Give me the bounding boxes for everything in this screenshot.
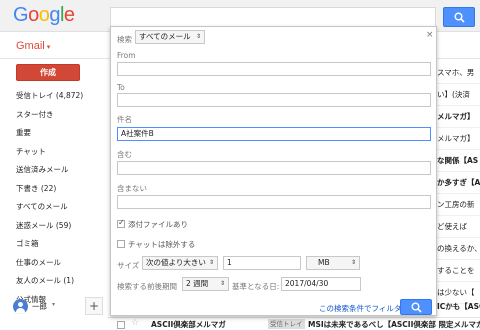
google-logo[interactable]: Google xyxy=(13,4,75,26)
from-field[interactable] xyxy=(117,62,431,76)
search-button[interactable] xyxy=(443,7,475,27)
logo-letter: o xyxy=(28,4,39,26)
list-item[interactable]: スマホ、男 xyxy=(437,62,480,84)
sidebar-item-trash[interactable]: ゴミ箱 xyxy=(0,235,108,254)
updown-arrow-icon: ⇕ xyxy=(195,33,201,40)
sidebar-item-starred[interactable]: スター付き xyxy=(0,106,108,125)
exclude-chats-checkbox[interactable] xyxy=(117,240,125,248)
includes-field[interactable] xyxy=(117,161,431,175)
sidebar-item-sent[interactable]: 送信済みメール xyxy=(0,161,108,180)
caret-down-icon: ▾ xyxy=(46,44,51,51)
gmail-label-text: Gmail xyxy=(16,40,45,52)
compose-button[interactable]: 作成 xyxy=(16,64,80,81)
subject-label: 件名 xyxy=(117,115,132,124)
scope-select[interactable]: すべてのメール ⇕ xyxy=(135,30,205,44)
email-subject: MSIは未来であるべし【ASCII倶楽部 限定メルマガ xyxy=(308,320,480,329)
to-field[interactable] xyxy=(117,93,431,107)
sidebar-item-spam[interactable]: 迷惑メール (59) xyxy=(0,217,108,236)
list-item[interactable]: ICかも【ASC xyxy=(437,296,480,318)
list-item[interactable]: することを xyxy=(437,260,480,282)
logo-letter: G xyxy=(13,4,29,26)
subject-field[interactable]: A社案件B xyxy=(117,127,431,141)
list-item[interactable]: メルマガ】 xyxy=(437,128,480,150)
search-icon xyxy=(454,12,465,23)
row-checkbox[interactable] xyxy=(117,321,125,329)
excludes-label: 含まない xyxy=(117,184,147,193)
sidebar-item-chats[interactable]: チャット xyxy=(0,143,108,162)
from-label: From xyxy=(117,51,136,60)
excludes-field[interactable] xyxy=(117,195,431,209)
close-icon[interactable]: × xyxy=(426,30,434,40)
add-chat-button[interactable]: + xyxy=(85,297,103,315)
has-attachment-checkbox[interactable] xyxy=(117,218,125,228)
search-icon xyxy=(411,302,422,313)
scope-label: 検索 xyxy=(117,35,132,44)
size-label: サイズ xyxy=(117,261,140,270)
updown-arrow-icon: ⇕ xyxy=(208,259,214,266)
sidebar-item-friends[interactable]: 友人のメール (1) xyxy=(0,272,108,291)
account-bar: 一郎 ▾ + xyxy=(0,296,108,316)
search-input[interactable] xyxy=(110,7,436,27)
table-row[interactable]: ☆ ASCII倶楽部メルマガ 受信トレイ MSIは未来であるべし【ASCII倶楽… xyxy=(108,317,480,330)
sidebar-item-all-mail[interactable]: すべてのメール xyxy=(0,198,108,217)
updown-arrow-icon: ⇕ xyxy=(350,259,356,266)
size-operator-select[interactable]: 次の値より大きい ⇕ xyxy=(142,256,218,270)
avatar[interactable] xyxy=(13,299,28,314)
list-item[interactable]: か多すぎ【A xyxy=(437,172,480,194)
user-name[interactable]: 一郎 xyxy=(32,301,47,312)
to-label: To xyxy=(117,83,125,92)
list-item[interactable]: メルマガ】 xyxy=(437,106,480,128)
logo-letter: o xyxy=(38,4,50,26)
exclude-chats-label: チャットは除外する xyxy=(128,240,196,249)
sidebar-item-important[interactable]: 重要 xyxy=(0,124,108,143)
star-icon[interactable]: ☆ xyxy=(131,318,139,328)
inbox-label-badge: 受信トレイ xyxy=(268,319,305,329)
includes-label: 含む xyxy=(117,150,132,159)
list-item[interactable]: ど使えば xyxy=(437,216,480,238)
base-date-field[interactable]: 2017/04/30 xyxy=(281,277,361,291)
size-value-field[interactable]: 1 xyxy=(223,256,301,270)
updown-arrow-icon: ⇕ xyxy=(219,280,225,287)
sidebar-item-work[interactable]: 仕事のメール xyxy=(0,254,108,273)
sidebar-item-inbox[interactable]: 受信トレイ (4,872) xyxy=(0,87,108,106)
date-range-value: 2 週間 xyxy=(186,279,209,288)
sidebar-nav: 受信トレイ (4,872) スター付き 重要 チャット 送信済みメール 下書き … xyxy=(0,87,108,309)
email-sender: ASCII倶楽部メルマガ xyxy=(151,320,226,329)
base-date-label: 基準となる日: xyxy=(232,282,280,291)
date-range-select[interactable]: 2 週間 ⇕ xyxy=(182,277,229,291)
has-attachment-label: 添付ファイルあり xyxy=(128,220,188,229)
size-unit-select[interactable]: MB ⇕ xyxy=(306,256,360,270)
caret-down-icon[interactable]: ▾ xyxy=(52,301,55,308)
date-range-label: 検索する前後期間 xyxy=(117,282,177,291)
scope-select-value: すべてのメール xyxy=(139,32,191,41)
list-item[interactable]: な関係【AS xyxy=(437,150,480,172)
logo-letter: g xyxy=(49,4,60,26)
size-operator-value: 次の値より大きい xyxy=(146,258,206,267)
list-item[interactable]: い】(決済 xyxy=(437,84,480,106)
size-unit-value: MB xyxy=(318,258,330,267)
gmail-app-switcher[interactable]: Gmail ▾ xyxy=(16,40,50,52)
logo-letter: e xyxy=(63,4,75,26)
list-item[interactable]: の換えるか、 xyxy=(437,238,480,260)
advanced-search-panel: × 検索 すべてのメール ⇕ From To 件名 A社案件B 含む 含まない 添… xyxy=(110,26,437,316)
sidebar-item-drafts[interactable]: 下書き (22) xyxy=(0,180,108,199)
advanced-search-button[interactable] xyxy=(400,299,432,315)
list-item[interactable]: ン工房の新 xyxy=(437,194,480,216)
